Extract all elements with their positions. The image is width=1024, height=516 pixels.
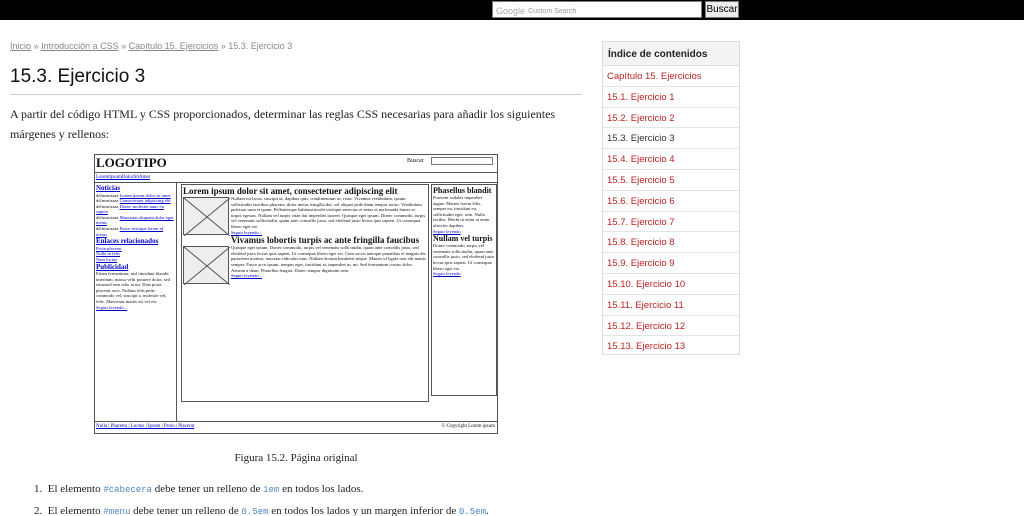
breadcrumb-inicio[interactable]: Inicio [10, 41, 31, 51]
search-input[interactable]: Google Custom Search [492, 1, 702, 18]
breadcrumb-introduccion[interactable]: Introducción a CSS [41, 41, 119, 51]
fig-aside-text: Praesent sodales imperdiet augue. Mauris… [433, 195, 490, 228]
fig-header: LOGOTIPO Buscar [95, 155, 497, 173]
fig-link: Nam luctus [96, 256, 118, 262]
fig-copyright: © Copyright Lorem ipsum [441, 424, 495, 429]
list-item: 1. El elemento #cabecera debe tener un r… [34, 483, 364, 495]
fig-aside-text: Donec commodo, turpis vel venenatis soll… [433, 243, 495, 271]
fig-left-column: Noticias dd/mm/aaaa Lorem ipsum dolor si… [95, 183, 177, 421]
toc-heading: Índice de contenidos [603, 42, 739, 66]
toc-item-ejercicio-12[interactable]: 15.12. Ejercicio 12 [603, 316, 739, 337]
fig-heading-enlaces: Enlaces relacionados [96, 237, 159, 246]
fig-read-more: Seguir leyendo [433, 271, 461, 277]
google-logo: Google [496, 6, 526, 16]
fig-news-item: dd/mm/aaaa Donec molestie nunc eu sapien [96, 203, 164, 215]
toc-item-ejercicio-3: 15.3. Ejercicio 3 [603, 128, 739, 150]
figure-caption: Figura 15.2. Página original [234, 452, 358, 464]
fig-image-placeholder [183, 197, 231, 237]
code-snippet: #menu [103, 507, 131, 516]
fig-news-item: dd/mm/aaaa Maecenas aliquam dolor eget m… [96, 214, 174, 226]
toc-item-ejercicio-10[interactable]: 15.10. Ejercicio 10 [603, 274, 739, 295]
image-placeholder-icon [183, 197, 231, 237]
fig-search-label: Buscar [407, 158, 424, 164]
toc-item-ejercicio-8[interactable]: 15.8. Ejercicio 8 [603, 232, 739, 254]
title-divider [10, 94, 582, 95]
fig-menu: LoremIpsumDolorSitAmet [96, 175, 151, 180]
fig-aside-title: Nullam vel turpis [433, 234, 493, 244]
fig-article-title: Vivamus lobortis turpis ac ante fringill… [231, 235, 420, 246]
figure-original-page: LOGOTIPO Buscar LoremIpsumDolorSitAmet N… [94, 154, 498, 434]
toc-item-ejercicio-9[interactable]: 15.9. Ejercicio 9 [603, 253, 739, 274]
toc-item-ejercicio-2[interactable]: 15.2. Ejercicio 2 [603, 108, 739, 129]
breadcrumb-separator: » [220, 41, 226, 51]
fig-article-title: Lorem ipsum dolor sit amet, consectetuer… [183, 186, 398, 196]
breadcrumb: Inicio » Introducción a CSS » Capítulo 1… [10, 41, 292, 51]
fig-right-column: Phasellus blandit Praesent sodales imper… [431, 184, 497, 396]
toc-item-ejercicio-13[interactable]: 15.13. Ejercicio 13 [603, 336, 739, 357]
toc-item-ejercicio-4[interactable]: 15.4. Ejercicio 4 [603, 149, 739, 170]
fig-image-placeholder [183, 246, 231, 286]
fig-footer-links: Nulla | Pharetra | Luctus | Ipsum | Proi… [96, 424, 195, 429]
code-snippet: #cabecera [103, 485, 152, 495]
search-placeholder: Custom Search [528, 7, 577, 15]
page-title: 15.3. Ejercicio 3 [10, 66, 146, 87]
toc-item-ejercicio-7[interactable]: 15.7. Ejercicio 7 [603, 212, 739, 233]
code-snippet: 0.5em [241, 507, 269, 516]
fig-heading-publicidad: Publicidad [96, 262, 129, 271]
breadcrumb-separator: » [121, 41, 127, 51]
steps-list: 1. El elemento #cabecera debe tener un r… [34, 482, 594, 516]
toc-item-capitulo-15[interactable]: Capítulo 15. Ejercicios [603, 66, 739, 87]
list-item: 2. El elemento #menu debe tener un relle… [34, 505, 489, 516]
fig-search-input [431, 157, 493, 165]
toc-item-ejercicio-6[interactable]: 15.6. Ejercicio 6 [603, 191, 739, 212]
table-of-contents: Índice de contenidos Capítulo 15. Ejerci… [602, 41, 740, 355]
image-placeholder-icon [183, 246, 231, 286]
code-snippet: 0.5em [458, 507, 486, 516]
intro-paragraph: A partir del código HTML y CSS proporcio… [10, 107, 556, 141]
breadcrumb-capitulo[interactable]: Capítulo 15. Ejercicios [129, 41, 219, 51]
fig-logo: LOGOTIPO [96, 155, 167, 170]
toc-item-ejercicio-11[interactable]: 15.11. Ejercicio 11 [603, 295, 739, 316]
fig-read-more: Seguir leyendo... [96, 304, 128, 310]
fig-ad-text: Etiam fermentum, nisl tincidunt blandit … [96, 271, 170, 304]
toc-item-ejercicio-5[interactable]: 15.5. Ejercicio 5 [603, 170, 739, 191]
fig-footer: Nulla | Pharetra | Luctus | Ipsum | Proi… [95, 421, 497, 433]
breadcrumb-current: 15.3. Ejercicio 3 [228, 41, 293, 51]
breadcrumb-separator: » [33, 41, 39, 51]
fig-center-column: Lorem ipsum dolor sit amet, consectetuer… [181, 184, 429, 402]
search-button[interactable]: Buscar [705, 1, 739, 18]
toc-item-ejercicio-1[interactable]: 15.1. Ejercicio 1 [603, 87, 739, 108]
fig-heading-noticias: Noticias [96, 184, 121, 192]
fig-aside-title: Phasellus blandit [433, 186, 492, 195]
fig-news-item: dd/mm/aaaa Fusce tristique lorem id metu… [96, 226, 164, 237]
code-snippet: 1em [263, 485, 280, 495]
top-bar: Google Custom Search Buscar [0, 0, 1024, 20]
